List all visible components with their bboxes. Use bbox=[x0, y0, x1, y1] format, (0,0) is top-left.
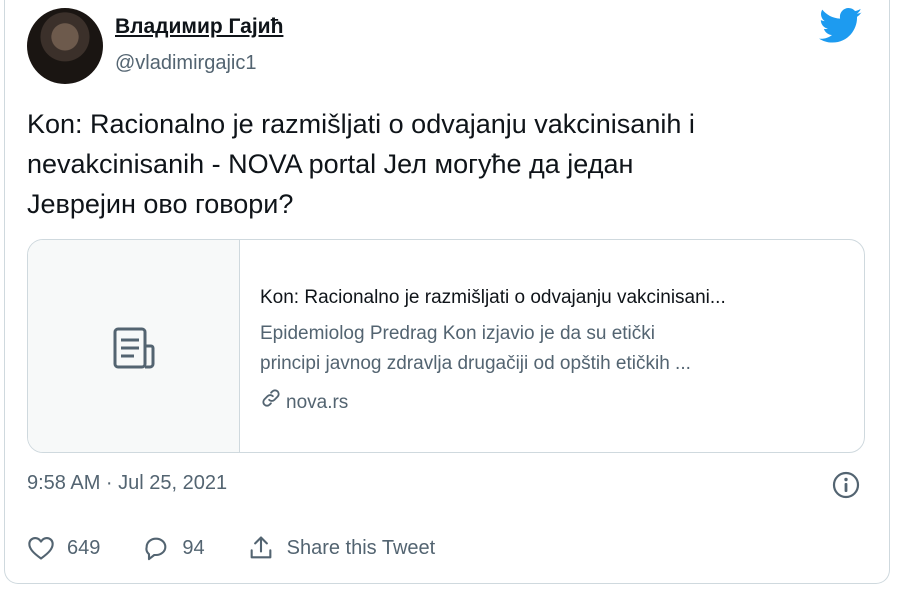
author-name[interactable]: Владимир Гајић bbox=[115, 15, 283, 39]
twitter-bird-icon[interactable] bbox=[819, 8, 863, 49]
link-preview-card[interactable]: Kon: Racionalno je razmišljati o odvajan… bbox=[27, 239, 865, 453]
card-domain: nova.rs bbox=[260, 387, 850, 419]
card-description-line: principi javnog zdravlja drugačiji od op… bbox=[260, 353, 691, 374]
link-icon bbox=[260, 387, 282, 419]
card-description: Epidemiolog Predrag Kon izjavio je da su… bbox=[260, 319, 850, 379]
card-body: Kon: Racionalno je razmišljati o odvajan… bbox=[260, 283, 850, 419]
info-icon[interactable] bbox=[831, 470, 861, 505]
tweet-text: Kon: Racionalno je razmišljati o odvajan… bbox=[27, 104, 867, 224]
tweet-text-line: Kon: Racionalno je razmišljati o odvajan… bbox=[27, 109, 695, 139]
author-handle[interactable]: @vladimirgajic1 bbox=[115, 52, 256, 75]
tweet-text-line: Јеврејин ово говори? bbox=[27, 189, 294, 219]
card-thumbnail bbox=[28, 240, 240, 452]
tweet-text-line: nevakcinisanih - NOVA portal Јел могуће … bbox=[27, 149, 634, 179]
tweet-embed: Владимир Гајић @vladimirgajic1 Kon: Raci… bbox=[4, 0, 890, 584]
share-icon bbox=[247, 534, 275, 562]
card-title: Kon: Racionalno je razmišljati o odvajan… bbox=[260, 287, 726, 308]
document-icon bbox=[110, 324, 158, 377]
reply-button[interactable]: 94 bbox=[142, 534, 205, 562]
reply-icon bbox=[142, 534, 170, 562]
card-domain-text: nova.rs bbox=[286, 392, 349, 413]
tweet-actions: 649 94 Share this Tweet bbox=[27, 534, 477, 562]
like-count: 649 bbox=[67, 536, 101, 559]
like-button[interactable]: 649 bbox=[27, 535, 100, 561]
reply-count: 94 bbox=[182, 536, 205, 559]
tweet-timestamp[interactable]: 9:58 AM · Jul 25, 2021 bbox=[27, 472, 227, 495]
share-label: Share this Tweet bbox=[286, 536, 436, 559]
card-description-line: Epidemiolog Predrag Kon izjavio je da su… bbox=[260, 323, 655, 344]
avatar[interactable] bbox=[27, 8, 103, 84]
heart-icon bbox=[27, 535, 55, 561]
share-button[interactable]: Share this Tweet bbox=[247, 534, 436, 562]
